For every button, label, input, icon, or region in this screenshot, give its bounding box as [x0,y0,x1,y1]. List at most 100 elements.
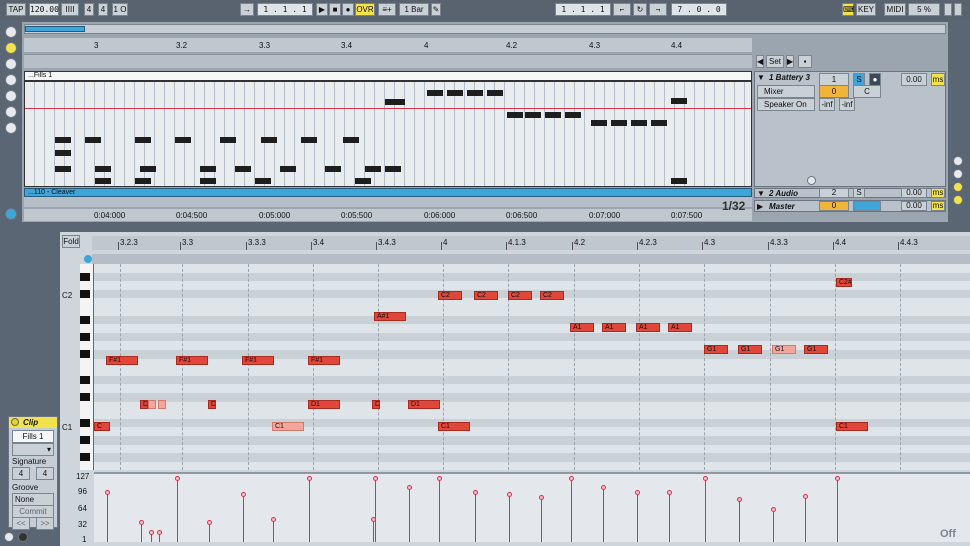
folder-icon[interactable] [5,42,17,54]
midi-note[interactable] [255,178,271,184]
delay-unit[interactable]: ms [931,73,945,86]
routing-select[interactable]: Mixer [757,85,815,98]
delay-unit[interactable]: ms [931,201,945,211]
loop-brace[interactable] [84,254,970,264]
quantize-select[interactable]: 1 Bar [399,3,429,16]
midi-note[interactable] [343,137,359,143]
solo-button[interactable]: S [853,188,865,198]
black-key[interactable] [80,393,90,401]
velocity-handle[interactable] [175,476,180,481]
play-icon[interactable]: ▶ [316,3,328,16]
locator-lane[interactable] [24,54,752,68]
midi-note[interactable] [365,166,381,172]
midi-note[interactable]: D1 [308,400,340,409]
scroll-right-icon[interactable]: ▶ [786,55,794,68]
midi-note[interactable] [385,99,405,105]
midi-note[interactable] [175,137,191,143]
info-icon[interactable] [18,532,28,542]
track-name[interactable]: 1 Battery 3 [769,73,810,82]
note-editor[interactable]: C2#2 C2 C2 C2 C2 A#1 A1 A1 A1 A1 G1 G1 G1 G1 F#1 F#1 F#1… [94,264,970,470]
midi-note[interactable] [385,166,401,172]
midi-note[interactable]: C1 [438,422,470,431]
follow-icon[interactable]: → [240,3,254,16]
midi-note[interactable] [671,98,687,104]
prev-button[interactable]: << [12,517,30,530]
velocity-stem[interactable] [439,478,440,542]
midi-note[interactable] [55,137,71,143]
key-map-button[interactable]: KEY [856,3,876,16]
velocity-stem[interactable] [209,522,210,542]
io-icon[interactable] [953,156,963,166]
velocity-stem[interactable] [373,519,374,542]
midi-note[interactable] [467,90,483,96]
midi-note[interactable] [507,112,523,118]
velocity-handle[interactable] [207,520,212,525]
tap-button[interactable]: TAP [6,3,26,16]
plugins-icon[interactable] [5,74,17,86]
track-delay[interactable]: 0.00 [901,73,927,86]
black-key[interactable] [80,315,90,324]
ghost-note[interactable] [148,400,156,409]
midi-note[interactable] [200,178,216,184]
velocity-stem[interactable] [141,522,142,542]
midi-note[interactable]: A1 [602,323,626,332]
returns-icon[interactable] [953,182,963,192]
velocity-stem[interactable] [273,519,274,542]
midi-note[interactable] [631,120,647,126]
midi-note[interactable] [651,120,667,126]
record-icon[interactable]: ● [342,3,354,16]
clip-color-select[interactable]: ▾ [12,443,54,456]
velocity-handle[interactable] [803,494,808,499]
midi-note[interactable]: D [208,400,216,409]
velocity-handle[interactable] [407,485,412,490]
midi-clip-content[interactable] [24,81,752,187]
velocity-handle[interactable] [667,490,672,495]
velocity-handle[interactable] [139,520,144,525]
black-key[interactable] [80,289,90,298]
velocity-editor[interactable] [94,472,970,542]
velocity-stem[interactable] [805,496,806,542]
tempo-field[interactable]: 120.00 [29,3,59,16]
fold-icon[interactable]: ▶ [757,202,763,211]
black-key[interactable] [80,418,90,427]
midi-note[interactable] [55,166,71,172]
clip-name-field[interactable]: Fills 1 [12,430,54,443]
midi-note[interactable] [85,137,101,143]
velocity-handle[interactable] [373,476,378,481]
midi-note[interactable]: G1 [772,345,796,354]
midi-note[interactable]: A1 [668,323,692,332]
nudge-bars-button[interactable]: IIII [61,3,79,16]
black-key[interactable] [80,436,90,444]
velocity-handle[interactable] [149,530,154,535]
punch-out-icon[interactable]: ¬ [649,3,667,16]
track-delay[interactable]: 0.00 [901,201,927,211]
velocity-stem[interactable] [243,494,244,542]
fold-button[interactable]: Fold [62,235,80,248]
midi-note[interactable] [261,137,277,143]
velocity-stem[interactable] [603,487,604,542]
overview-strip[interactable] [24,24,946,34]
signature-numerator[interactable]: 4 [12,467,30,480]
velocity-handle[interactable] [473,490,478,495]
midi-note[interactable] [487,90,503,96]
clip-start-marker[interactable] [84,255,92,263]
clip-header[interactable]: ...Fills 1 [24,71,752,81]
position-field[interactable]: 1 . 1 . 1 [257,3,313,16]
grid-size[interactable]: 1/32 [722,199,745,213]
midi-note[interactable]: C1 [836,422,868,431]
draw-mode-icon[interactable]: ≡+ [378,3,396,16]
velocity-stem[interactable] [475,492,476,542]
velocity-stem[interactable] [773,509,774,542]
piano-keyboard[interactable] [80,264,94,470]
midi-note[interactable]: F#1 [308,356,340,365]
midi-note[interactable]: A1 [570,323,594,332]
midi-note[interactable] [280,166,296,172]
detail-toggle-icon[interactable] [4,532,14,542]
velocity-handle[interactable] [601,485,606,490]
pan-field[interactable]: 0 [819,85,849,98]
metronome-button[interactable]: 1 O [112,3,128,16]
audio-clip-header[interactable]: ...110 - Cleaver [24,188,752,197]
ovr-button[interactable]: OVR [355,3,375,16]
key-field[interactable]: C [853,85,881,98]
velocity-stem[interactable] [409,487,410,542]
